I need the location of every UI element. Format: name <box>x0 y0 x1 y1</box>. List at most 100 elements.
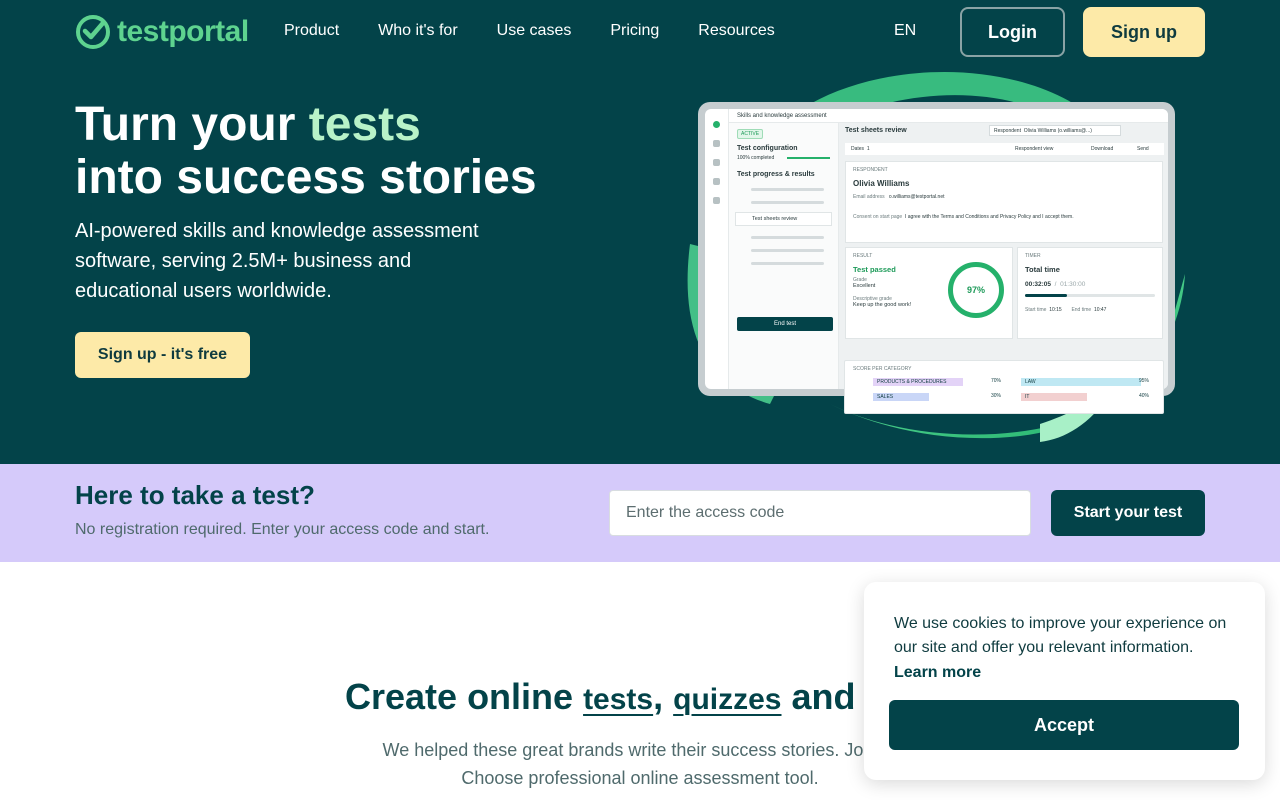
toolbar-row: Dates 1 Respondent view Download Send <box>845 143 1164 155</box>
sidebar-row <box>751 249 824 252</box>
send-link: Send <box>1137 146 1149 152</box>
consent-value: I agree with the Terms and Conditions an… <box>904 214 1074 220</box>
category-name: SALES <box>877 394 894 400</box>
category-tag-it: IT <box>1021 393 1087 401</box>
category-pct: 70% <box>991 378 1002 384</box>
end-time-label: End time <box>1071 307 1092 313</box>
status-badge-wrap: ACTIVE <box>737 129 838 139</box>
title-comma: , <box>653 676 664 717</box>
category-tag-law: LAW <box>1021 378 1141 386</box>
logo[interactable]: testportal <box>75 14 249 50</box>
mockup-topbar: Skills and knowledge assessment <box>729 109 1168 123</box>
review-item: Test sheets review <box>735 212 832 226</box>
title-and: and <box>781 676 866 717</box>
create-description: We helped these great brands write their… <box>340 736 940 792</box>
learn-more-link[interactable]: Learn more <box>894 664 981 682</box>
respondent-select-label: Respondent <box>994 128 1021 134</box>
quizzes-link[interactable]: quizzes <box>673 683 781 716</box>
product-mockup: Skills and knowledge assessment ACTIVE T… <box>680 64 1200 454</box>
logo-check-icon <box>76 15 110 49</box>
respondent-select-value: Olivia Williams (o.williams@...) <box>1023 128 1092 134</box>
accept-cookies-button[interactable]: Accept <box>889 700 1239 750</box>
mockup-screen: Skills and knowledge assessment ACTIVE T… <box>705 109 1168 389</box>
respondent-select: Respondent Olivia Williams (o.williams@.… <box>989 125 1121 136</box>
headline-accent: tests <box>308 98 421 151</box>
hero-headline: Turn your tests into success stories <box>75 98 537 204</box>
respondent-name: Olivia Williams <box>853 179 910 188</box>
category-name: LAW <box>1025 379 1036 385</box>
desc-line-2: Choose professional online assessment to… <box>461 768 819 788</box>
category-pct: 95% <box>1139 378 1150 384</box>
hero-section: testportal Product Who it's for Use case… <box>0 0 1280 464</box>
category-tag-sales: SALES <box>873 393 929 401</box>
hero-subhead: AI-powered skills and knowledge assessme… <box>75 220 479 302</box>
category-card: SCORE PER CATEGORY PRODUCTS & PROCEDURES… <box>844 360 1164 414</box>
access-code-band: Here to take a test? No registration req… <box>0 464 1280 562</box>
rail-calendar-icon <box>713 178 720 185</box>
create-title: Create online tests, quizzes and e <box>345 676 882 718</box>
email-label: Email address <box>853 194 885 200</box>
language-selector[interactable]: EN <box>894 22 916 40</box>
total-time-label: Total time <box>1025 265 1060 274</box>
status-badge: ACTIVE <box>737 129 764 139</box>
time-limit: 01:30:00 <box>1060 281 1086 288</box>
nav-product[interactable]: Product <box>284 22 339 40</box>
score-value: 97% <box>966 285 985 295</box>
progress-label: Test progress & results <box>737 171 815 178</box>
rail-settings-icon <box>713 197 720 204</box>
timer-heading: TIMER <box>1025 253 1041 259</box>
time-progress <box>1025 294 1155 297</box>
nav-who-its-for[interactable]: Who it's for <box>378 22 458 40</box>
time-range-row: Start time 10:15 End time 10:47 <box>1025 307 1155 313</box>
config-label: Test configuration <box>737 145 798 152</box>
start-time-label: Start time <box>1025 307 1047 313</box>
rail-logo-icon <box>713 121 720 128</box>
score-donut: 97% <box>948 262 1004 318</box>
mockup-window: Skills and knowledge assessment ACTIVE T… <box>698 102 1175 396</box>
rail-users-icon <box>713 159 720 166</box>
access-title: Here to take a test? <box>75 480 315 510</box>
create-title-text: Create online <box>345 676 584 717</box>
sidebar-row <box>751 188 824 191</box>
consent-label: Consent on start page <box>853 214 903 220</box>
respondent-view: Respondent view <box>1015 146 1054 152</box>
category-pct: 30% <box>991 393 1002 399</box>
email-row: Email address o.williams@testportal.net <box>853 194 1155 200</box>
headline-part-1: Turn your <box>75 98 309 151</box>
access-subtitle: No registration required. Enter your acc… <box>75 521 490 538</box>
rail-dashboard-icon <box>713 140 720 147</box>
start-time-value: 10:15 <box>1049 307 1062 313</box>
headline-part-2: into success stories <box>75 151 537 204</box>
email-value: o.williams@testportal.net <box>888 194 945 200</box>
nav-links: Product Who it's for Use cases Pricing R… <box>284 22 814 40</box>
time-used: 00:32:05 <box>1025 281 1052 288</box>
nav-resources[interactable]: Resources <box>698 22 774 40</box>
time-progress-fill <box>1025 294 1067 297</box>
panel-title: Test sheets review <box>845 127 907 134</box>
signup-free-button[interactable]: Sign up - it's free <box>75 332 250 378</box>
download-link: Download <box>1091 146 1114 152</box>
end-time-value: 10:47 <box>1093 307 1107 313</box>
result-heading: RESULT <box>853 253 873 259</box>
nav-use-cases[interactable]: Use cases <box>497 22 572 40</box>
timer-card: TIMER Total time 00:32:05 / 01:30:00 Sta… <box>1017 247 1163 339</box>
mockup-rail <box>705 109 729 389</box>
start-test-button[interactable]: Start your test <box>1051 490 1205 536</box>
respondent-card: RESPONDENT Olivia Williams Email address… <box>845 161 1163 243</box>
dates-label: Dates <box>851 146 865 152</box>
category-name: IT <box>1025 394 1030 400</box>
result-card: RESULT Test passed Grade Excellent Descr… <box>845 247 1013 339</box>
end-test-button: End test <box>737 317 833 331</box>
respondent-heading: RESPONDENT <box>853 167 888 173</box>
sidebar-row <box>751 236 824 239</box>
nav-pricing[interactable]: Pricing <box>610 22 659 40</box>
tests-link[interactable]: tests <box>583 683 653 716</box>
category-heading: SCORE PER CATEGORY <box>853 366 912 372</box>
access-code-input[interactable] <box>609 490 1031 536</box>
login-button[interactable]: Login <box>960 7 1065 57</box>
category-tag-products: PRODUCTS & PROCEDURES <box>873 378 963 386</box>
cookie-text: We use cookies to improve your experienc… <box>894 615 1227 656</box>
signup-button[interactable]: Sign up <box>1083 7 1205 57</box>
mockup-app-title: Skills and knowledge assessment <box>737 113 827 119</box>
category-pct: 40% <box>1139 393 1150 399</box>
